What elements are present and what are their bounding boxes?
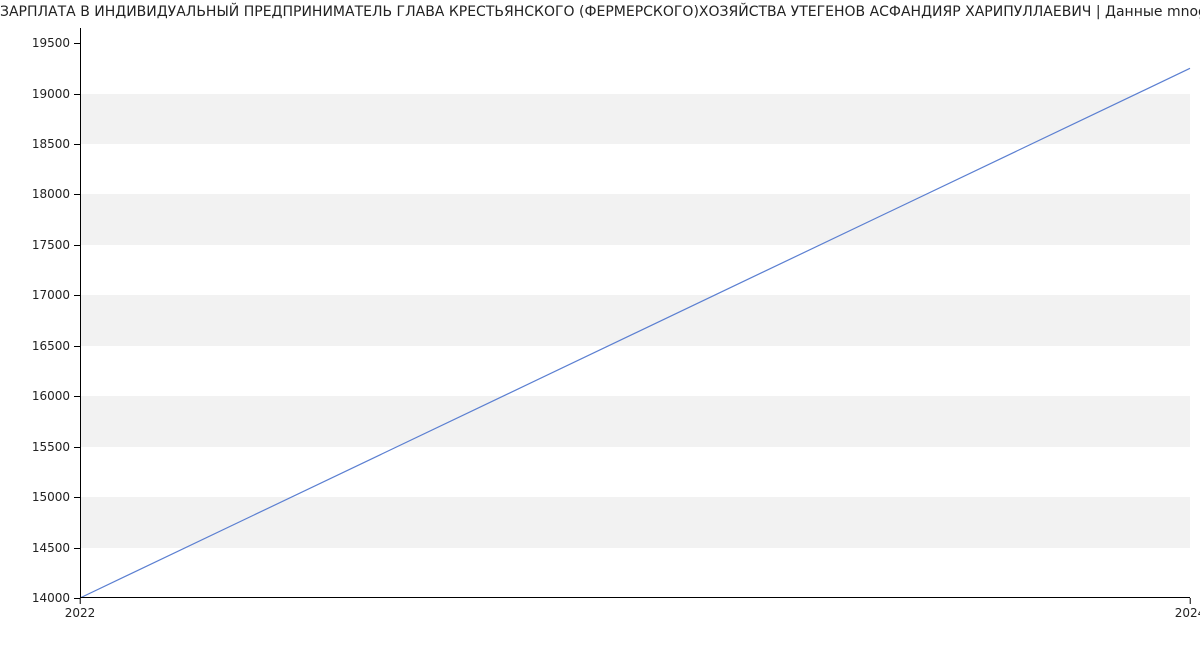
x-tick-label: 2024 <box>1175 598 1200 620</box>
plot-inner: 1400014500150001550016000165001700017500… <box>80 28 1190 598</box>
plot-area: 1400014500150001550016000165001700017500… <box>80 28 1190 598</box>
y-tick-label: 15000 <box>32 490 80 504</box>
data-line <box>80 68 1190 598</box>
y-tick-label: 16500 <box>32 339 80 353</box>
y-tick-label: 18500 <box>32 137 80 151</box>
y-tick-label: 15500 <box>32 440 80 454</box>
y-tick-label: 14500 <box>32 541 80 555</box>
y-axis <box>80 28 81 598</box>
y-tick-label: 16000 <box>32 389 80 403</box>
y-tick-label: 17000 <box>32 288 80 302</box>
y-tick-label: 19000 <box>32 87 80 101</box>
x-tick-label: 2022 <box>65 598 96 620</box>
y-tick-label: 17500 <box>32 238 80 252</box>
chart-title: ЗАРПЛАТА В ИНДИВИДУАЛЬНЫЙ ПРЕДПРИНИМАТЕЛ… <box>0 4 1200 20</box>
y-tick-label: 19500 <box>32 36 80 50</box>
line-layer <box>80 28 1190 598</box>
y-tick-label: 18000 <box>32 187 80 201</box>
x-axis <box>80 597 1190 598</box>
chart-container: ЗАРПЛАТА В ИНДИВИДУАЛЬНЫЙ ПРЕДПРИНИМАТЕЛ… <box>0 0 1200 650</box>
